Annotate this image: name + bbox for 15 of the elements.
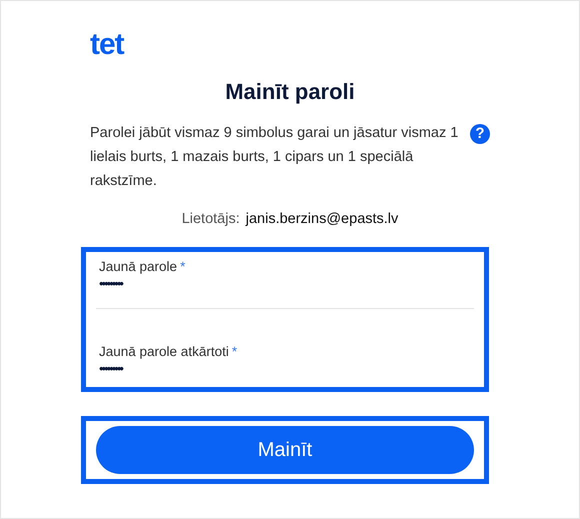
required-mark: *: [180, 259, 186, 274]
change-button[interactable]: Mainīt: [96, 426, 474, 474]
field-label: Jaunā parole atkārtoti: [99, 344, 229, 359]
user-label: Lietotājs:: [182, 210, 240, 229]
required-mark: *: [232, 344, 238, 359]
password-value: •••••••••: [99, 276, 122, 292]
password-field[interactable]: Jaunā parole atkārtoti * •••••••••: [96, 341, 474, 379]
password-rules-text: Parolei jābūt vismaz 9 simbolus garai un jāsatur vismaz 1 lielais burts, 1 mazais burts, 1 cipars un 1 speciālā rakstzīme.: [90, 124, 460, 191]
page-title: Mainīt paroli: [225, 78, 355, 106]
logo: tet: [90, 27, 124, 63]
help-icon[interactable]: ?: [470, 124, 490, 144]
field-label: Jaunā parole: [99, 259, 178, 274]
user-email: janis.berzins@epasts.lv: [246, 210, 398, 229]
password-value: •••••••••: [99, 361, 122, 377]
password-field[interactable]: Jaunā parole * •••••••••: [96, 256, 474, 294]
